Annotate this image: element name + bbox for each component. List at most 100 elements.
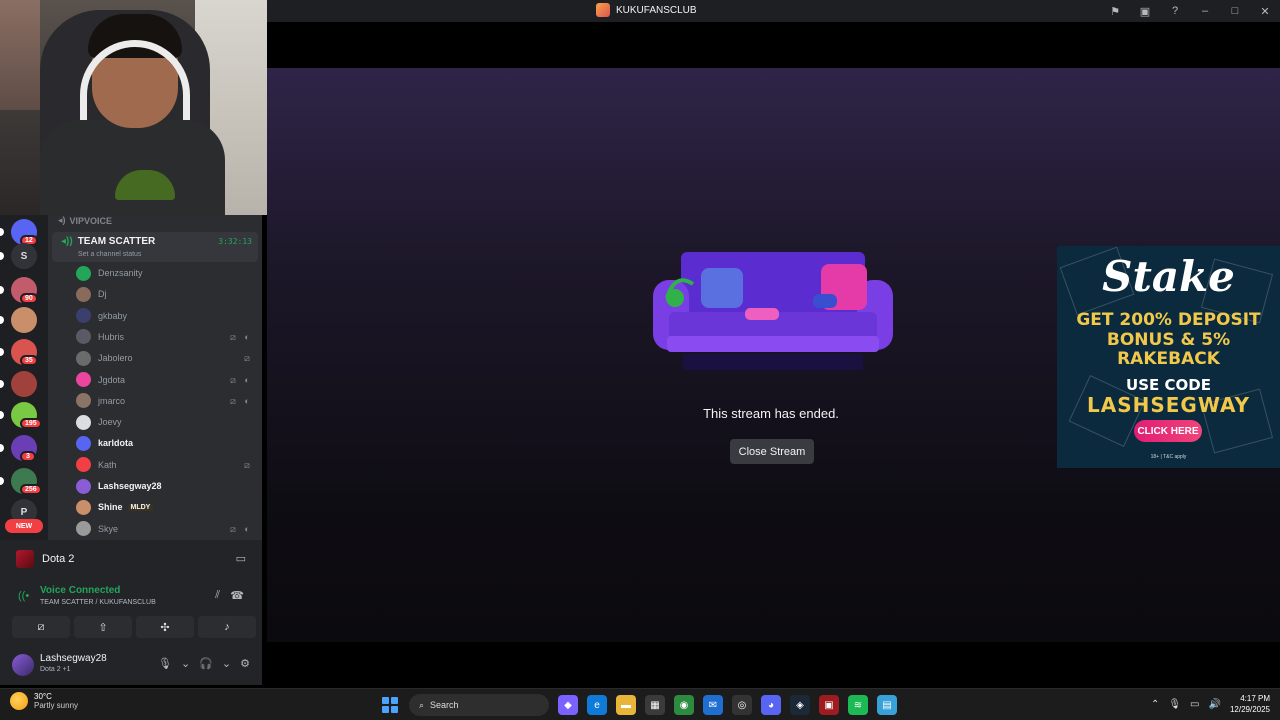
file-explorer-icon[interactable]: ▬ — [616, 695, 636, 715]
muted-mic-icon: ⧄ — [230, 523, 236, 534]
muted-mic-icon: ⧄ — [230, 331, 236, 342]
server-icon[interactable] — [11, 371, 37, 397]
inbox-icon[interactable]: ⚑ — [1100, 0, 1130, 22]
clock-time: 4:17 PM — [1240, 694, 1270, 703]
user-activity: Dota 2 +1 — [40, 666, 71, 673]
voice-member[interactable]: karldota — [76, 433, 258, 453]
deafened-icon: ◐ — [244, 374, 250, 385]
voice-channel-name: TEAM SCATTER — [77, 236, 156, 247]
voice-channel-team-scatter[interactable]: ◂)) TEAM SCATTER 3:32:13 Set a channel s… — [52, 232, 258, 262]
voice-member[interactable]: Kath ⧄ — [76, 455, 258, 475]
minimize-icon[interactable]: – — [1190, 0, 1220, 22]
voice-member[interactable]: Jabolero ⧄ — [76, 348, 258, 368]
member-avatar — [76, 457, 91, 473]
maximize-icon[interactable]: □ — [1220, 0, 1250, 22]
tray-overflow-icon[interactable]: ⌃ — [1151, 699, 1159, 710]
voice-member[interactable]: Hubris ⧄ ◐ — [76, 327, 258, 347]
steam-icon[interactable]: ◈ — [790, 695, 810, 715]
microphone-icon[interactable]: 🎙 — [158, 657, 172, 670]
muted-mic-icon: ⧄ — [230, 395, 236, 406]
disconnect-icon[interactable]: ☎ — [230, 589, 244, 602]
user-name[interactable]: Lashsegway28 — [40, 653, 107, 664]
spotify-icon[interactable]: ≋ — [848, 695, 868, 715]
voice-member[interactable]: Dj — [76, 284, 258, 304]
mention-badge: 3 — [20, 451, 36, 462]
activities-button[interactable]: ✣ — [136, 616, 194, 638]
member-name: Lashsegway28 — [98, 481, 162, 491]
settings-gear-icon[interactable]: ⚙ — [240, 657, 250, 670]
taskbar-search[interactable]: ⌕ Search — [409, 694, 549, 716]
microphone-tray-icon[interactable]: 🎙 — [1168, 699, 1181, 710]
copilot-icon[interactable]: ◆ — [558, 695, 578, 715]
channel-status-placeholder[interactable]: Set a channel status — [78, 251, 141, 258]
unread-indicator — [0, 286, 4, 294]
deafened-icon: ◐ — [244, 395, 250, 406]
couch-illustration — [653, 252, 893, 370]
channel-list: ◂) VIPVOICE ◂)) TEAM SCATTER 3:32:13 Set… — [48, 215, 262, 540]
user-panel: Dota 2 ▭ ((• Voice Connected TEAM SCATTE… — [0, 540, 262, 685]
voice-member[interactable]: gkbaby — [76, 306, 258, 326]
help-icon[interactable]: ? — [1160, 0, 1190, 22]
user-avatar[interactable] — [12, 654, 34, 676]
system-tray: ⌃ 🎙 ▭ 🔊 4:17 PM 12/29/2025 — [1151, 693, 1270, 715]
camera-toggle-button[interactable]: ⧄ — [12, 616, 70, 638]
member-avatar — [76, 286, 91, 302]
mail-icon[interactable]: ✉ — [703, 695, 723, 715]
voice-member[interactable]: Denzsanity — [76, 263, 258, 283]
mention-badge: 256 — [20, 484, 42, 495]
voice-member[interactable]: Joevy — [76, 412, 258, 432]
weather-sun-icon — [10, 692, 28, 710]
server-icon[interactable]: S — [11, 243, 37, 269]
stream-ended-message: This stream has ended. — [703, 406, 839, 421]
weather-widget[interactable]: 30°C Partly sunny — [10, 692, 78, 710]
screen-share-icon[interactable]: ▭ — [236, 552, 246, 565]
voice-member[interactable]: Shine MLDY — [76, 497, 258, 517]
discord-icon[interactable]: ◕ — [761, 695, 781, 715]
vip-category[interactable]: ◂) VIPVOICE — [58, 215, 112, 226]
stake-ad-banner[interactable]: Stake GET 200% DEPOSIT BONUS & 5% RAKEBA… — [1057, 246, 1280, 468]
close-icon[interactable]: ✕ — [1250, 0, 1280, 22]
chrome-icon[interactable]: ◉ — [674, 695, 694, 715]
stream-icon[interactable]: ▣ — [1130, 0, 1160, 22]
weather-description: Partly sunny — [34, 701, 79, 710]
muted-mic-icon: ⧄ — [244, 353, 250, 364]
voice-connected-location[interactable]: TEAM SCATTER / KUKUFANSCLUB — [40, 599, 156, 606]
clock[interactable]: 4:17 PM 12/29/2025 — [1230, 693, 1270, 715]
unread-indicator — [0, 380, 4, 388]
windows-start-icon[interactable] — [380, 695, 400, 715]
mention-badge: 90 — [20, 293, 38, 304]
notepad-icon[interactable]: ▤ — [877, 695, 897, 715]
server-icon[interactable] — [11, 307, 37, 333]
edge-icon[interactable]: e — [587, 695, 607, 715]
headphones-icon[interactable]: 🎧 — [199, 657, 213, 670]
member-avatar — [76, 350, 91, 366]
chevron-down-icon[interactable]: ⌄ — [181, 657, 190, 670]
share-screen-button[interactable]: ⇧ — [74, 616, 132, 638]
unread-indicator — [0, 316, 4, 324]
voice-member[interactable]: Skye ⧄ ◐ — [76, 519, 258, 539]
close-stream-button[interactable]: Close Stream — [730, 439, 814, 464]
window-title: KUKUFANSCLUB — [596, 3, 697, 17]
chevron-down-icon[interactable]: ⌄ — [222, 657, 231, 670]
voice-member[interactable]: Lashsegway28 — [76, 476, 258, 496]
ad-terms: 18+ | T&C apply — [1150, 454, 1187, 460]
vip-category-name: VIPVOICE — [69, 215, 113, 226]
voice-member[interactable]: Jgdota ⧄ ◐ — [76, 370, 258, 390]
volume-icon[interactable]: 🔊 — [1209, 699, 1221, 710]
webcam-person-body — [40, 120, 225, 215]
store-icon[interactable]: ▦ — [645, 695, 665, 715]
noise-suppression-icon[interactable]: ⫽ — [215, 589, 220, 602]
member-name: Denzsanity — [98, 268, 143, 278]
member-avatar — [76, 372, 91, 387]
voice-connected-status[interactable]: Voice Connected — [40, 585, 120, 596]
ad-click-here-button[interactable]: CLICK HERE — [1134, 420, 1202, 442]
member-avatar — [76, 308, 91, 324]
soundboard-button[interactable]: ♪ — [198, 616, 256, 638]
voice-member[interactable]: jmarco ⧄ ◐ — [76, 391, 258, 411]
display-icon[interactable]: ▭ — [1190, 699, 1199, 710]
dota-icon[interactable]: ▣ — [819, 695, 839, 715]
search-placeholder: Search — [430, 700, 459, 710]
game-activity[interactable]: Dota 2 ▭ — [6, 544, 256, 574]
recorder-icon[interactable]: ◎ — [732, 695, 752, 715]
windows-taskbar: 30°C Partly sunny ⌕ Search ◆ e ▬ ▦ ◉ ✉ ◎ ◕ ◈ ▣ ≋ ▤ … — [0, 688, 1280, 720]
